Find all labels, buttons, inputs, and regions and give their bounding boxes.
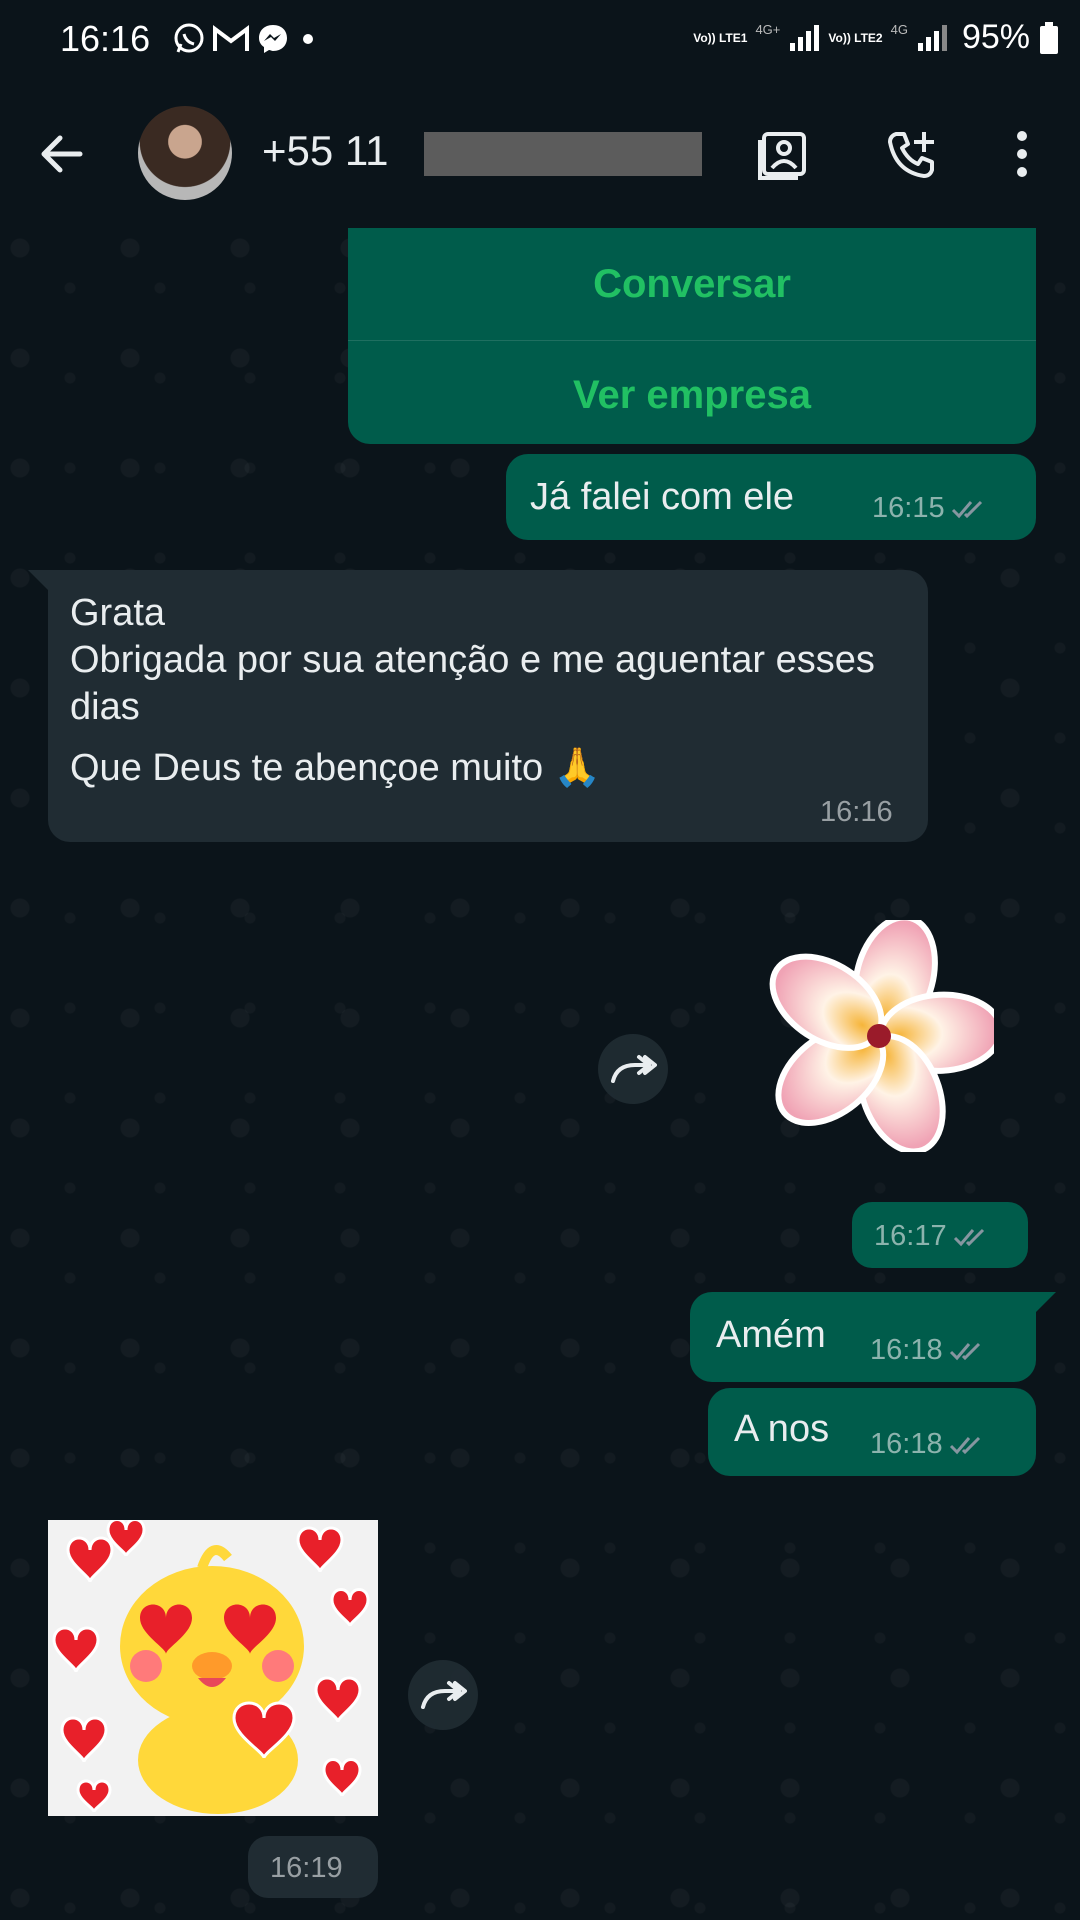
status-bar: 16:16 Vo)) LTE1 4G+ Vo)) LTE2 4G 95% — [0, 0, 1080, 82]
contact-card-icon[interactable] — [756, 126, 812, 182]
message-meta: 16:15 — [872, 492, 991, 525]
business-message-buttons: Conversar Ver empresa — [348, 228, 1036, 444]
message-text: Amém — [716, 1314, 826, 1356]
redacted-number — [424, 132, 702, 176]
flower-sticker[interactable] — [764, 920, 994, 1152]
signal2-icon — [917, 24, 947, 51]
contact-name[interactable]: +55 11 — [262, 127, 389, 175]
forward-button[interactable] — [598, 1034, 668, 1104]
double-check-icon — [949, 1436, 980, 1454]
message-bubble[interactable]: A nos 16:18 — [708, 1388, 1036, 1476]
message-line: Obrigada por sua atenção e me aguentar e… — [70, 639, 875, 728]
bubble-tail — [28, 570, 50, 592]
chat-header: +55 11 — [0, 82, 1080, 228]
status-time: 16:16 — [60, 18, 151, 59]
duck-hearts-sticker[interactable] — [48, 1520, 378, 1816]
add-call-icon[interactable] — [884, 126, 940, 182]
duck-illustration — [48, 1520, 378, 1816]
double-check-icon — [953, 1228, 984, 1246]
message-bubble[interactable]: Amém 16:18 — [690, 1292, 1056, 1382]
message-bubble[interactable]: Já falei com ele 16:15 — [506, 454, 1036, 540]
message-text: Grata Obrigada por sua atenção e me ague… — [70, 590, 930, 792]
sticker-time-pill: 16:19 — [248, 1836, 378, 1898]
conversar-button[interactable]: Conversar — [348, 228, 1036, 341]
dot-icon — [303, 34, 313, 44]
messenger-icon — [259, 25, 287, 53]
message-meta: 16:16 — [820, 796, 893, 829]
double-check-icon — [951, 500, 982, 518]
notification-icons — [172, 22, 320, 56]
forward-icon — [421, 1681, 467, 1709]
ver-empresa-button[interactable]: Ver empresa — [348, 341, 1036, 449]
message-text: Já falei com ele — [530, 476, 795, 518]
double-check-icon — [949, 1342, 980, 1360]
message-line: Que Deus te abençoe muito 🙏 — [70, 747, 602, 789]
message-meta: 16:18 — [870, 1428, 989, 1461]
sim2-type: 4G — [890, 22, 908, 37]
message-time: 16:17 — [874, 1220, 947, 1252]
sim1-label: Vo)) LTE1 — [693, 30, 748, 45]
bubble-tail — [1034, 1292, 1056, 1314]
message-time: 16:16 — [820, 796, 893, 828]
message-line: Grata — [70, 592, 166, 634]
sim2-label: Vo)) LTE2 — [828, 30, 883, 45]
status-right: Vo)) LTE1 4G+ Vo)) LTE2 4G 95% — [693, 18, 1060, 57]
message-time: 16:18 — [870, 1334, 943, 1366]
more-vert-icon[interactable] — [1000, 126, 1056, 182]
battery-percent: 95% — [961, 18, 1030, 56]
back-arrow-icon[interactable] — [36, 128, 88, 180]
battery-icon — [1040, 21, 1058, 54]
message-text: A nos — [734, 1408, 830, 1450]
message-meta: 16:17 — [874, 1220, 993, 1253]
avatar[interactable] — [138, 106, 232, 200]
message-meta: 16:18 — [870, 1334, 989, 1367]
message-time: 16:19 — [270, 1852, 343, 1884]
message-time: 16:15 — [872, 492, 945, 524]
sim1-type: 4G+ — [755, 22, 781, 37]
sticker-time-pill: 16:17 — [852, 1202, 1028, 1268]
forward-icon — [611, 1055, 657, 1083]
message-time: 16:18 — [870, 1428, 943, 1460]
signal1-icon — [790, 24, 820, 51]
whatsapp-icon — [174, 23, 204, 53]
message-meta: 16:19 — [270, 1852, 343, 1885]
forward-button[interactable] — [408, 1660, 478, 1730]
message-bubble[interactable]: Grata Obrigada por sua atenção e me ague… — [28, 570, 930, 842]
gmail-icon — [213, 25, 249, 51]
